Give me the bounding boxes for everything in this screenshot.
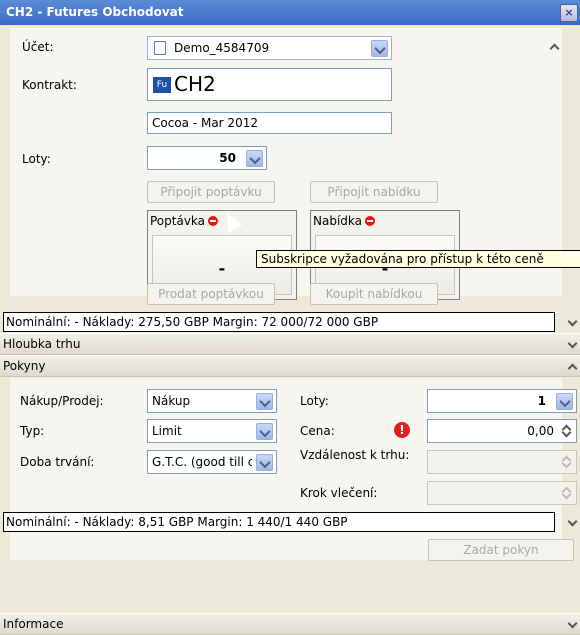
section-orders-label: Pokyny [3, 359, 46, 373]
spinner-icon[interactable] [561, 423, 573, 439]
trail-input[interactable] [427, 481, 577, 505]
duration-select[interactable]: G.T.C. (good till c [147, 450, 277, 474]
orders-panel: Nákup/Prodej: Nákup Loty: 1 Typ: Limit C… [10, 378, 577, 560]
order-lots-select[interactable]: 1 [427, 389, 577, 413]
chevron-down-icon[interactable] [568, 340, 576, 348]
contract-description-text: Cocoa - Mar 2012 [152, 116, 258, 130]
tooltip: Subskripce vyžadována pro přístup k této… [256, 250, 580, 268]
trail-label: Krok vlečení: [300, 486, 378, 500]
side-label: Nákup/Prodej: [20, 394, 104, 408]
distance-label: Vzdálenost k trhu: [300, 448, 410, 462]
chevron-up-icon[interactable] [568, 362, 576, 370]
title-bar: CH2 - Futures Obchodovat × [0, 0, 580, 25]
duration-value: G.T.C. (good till c [152, 455, 252, 469]
order-summary-bar: Nominální: - Náklady: 8,51 GBP Margin: 1… [3, 512, 555, 532]
attach-ask-button[interactable]: Připojit nabídku [310, 181, 438, 203]
price-value: 0,00 [527, 424, 554, 438]
lots-label: Loty: [22, 152, 51, 166]
section-depth-label: Hloubka trhu [3, 337, 81, 351]
bid-label-text: Poptávka [150, 214, 206, 228]
collapse-icon[interactable] [550, 42, 558, 50]
price-label: Cena: [300, 424, 335, 438]
type-select[interactable]: Limit [147, 419, 277, 443]
section-orders[interactable]: Pokyny [0, 355, 580, 377]
account-label: Účet: [22, 40, 54, 54]
contract-description: Cocoa - Mar 2012 [147, 112, 392, 134]
buy-ask-button[interactable]: Koupit nabídkou [310, 283, 438, 305]
side-select[interactable]: Nákup [147, 389, 277, 413]
chevron-down-icon[interactable] [256, 423, 273, 440]
contract-label: Kontrakt: [22, 78, 77, 92]
no-entry-icon [365, 216, 375, 226]
futures-icon: Fu [153, 77, 171, 93]
chevron-down-icon[interactable] [246, 150, 263, 167]
no-entry-icon [208, 216, 219, 226]
contract-symbol: CH2 [174, 72, 216, 96]
ask-label-text: Nabídka [313, 214, 362, 228]
close-icon[interactable]: × [560, 4, 578, 22]
chevron-down-icon[interactable] [556, 393, 573, 410]
warning-icon: ! [394, 422, 410, 438]
account-value: Demo_4584709 [174, 41, 270, 55]
contract-field[interactable]: Fu CH2 [147, 68, 392, 101]
submit-order-button[interactable]: Zadat pokyn [428, 539, 574, 561]
spinner-icon[interactable] [561, 454, 573, 470]
account-select[interactable]: Demo_4584709 [147, 36, 392, 60]
attach-bid-button[interactable]: Připojit poptávku [147, 181, 275, 203]
window-title: CH2 - Futures Obchodovat [6, 5, 184, 19]
sell-bid-button[interactable]: Prodat poptávkou [147, 283, 275, 305]
duration-label: Doba trvání: [20, 455, 95, 469]
ask-label: Nabídka [313, 214, 375, 228]
type-value: Limit [152, 424, 182, 438]
side-value: Nákup [152, 394, 191, 408]
lots-value: 50 [219, 151, 236, 165]
section-info[interactable]: Informace [0, 613, 580, 635]
order-lots-value: 1 [537, 394, 546, 408]
summary-bar: Nominální: - Náklady: 275,50 GBP Margin:… [3, 312, 555, 332]
account-icon [154, 41, 166, 55]
section-depth[interactable]: Hloubka trhu [0, 333, 580, 355]
chevron-down-icon[interactable] [256, 454, 273, 471]
chevron-down-icon[interactable] [256, 393, 273, 410]
lots-select[interactable]: 50 [147, 146, 267, 170]
distance-input[interactable] [427, 450, 577, 474]
section-info-label: Informace [3, 617, 64, 631]
type-label: Typ: [20, 424, 45, 438]
order-lots-label: Loty: [300, 394, 329, 408]
bid-label: Poptávka [150, 214, 219, 228]
price-input[interactable]: 0,00 [427, 419, 577, 443]
chevron-down-icon[interactable] [371, 40, 388, 57]
chevron-down-icon[interactable] [568, 518, 576, 526]
chevron-down-icon[interactable] [568, 318, 576, 326]
chevron-down-icon[interactable] [568, 620, 576, 628]
spinner-icon[interactable] [561, 485, 573, 501]
